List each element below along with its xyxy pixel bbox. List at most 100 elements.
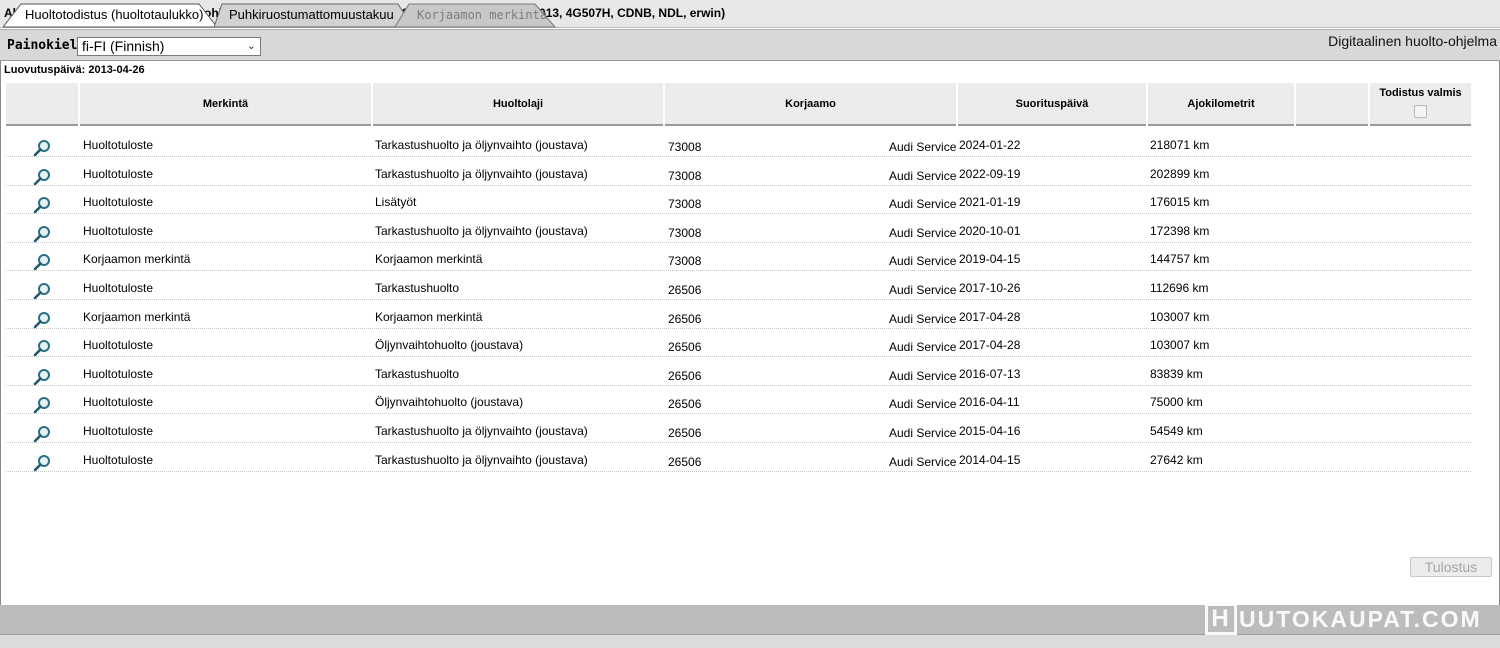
cell-km: 172398 km <box>1150 223 1210 238</box>
header-service-type[interactable]: Huoltolaji <box>373 83 663 126</box>
cell-date: 2022-09-19 <box>959 166 1021 181</box>
cell-workshop-number: 26506 <box>668 311 702 326</box>
cell-workshop-number: 26506 <box>668 397 702 412</box>
cell-date: 2016-04-11 <box>959 395 1020 410</box>
cell-workshop-number: 73008 <box>668 254 702 269</box>
cell-service-type: Tarkastushuolto ja öljynvaihto (joustava… <box>375 223 588 238</box>
cell-date: 2014-04-15 <box>959 452 1021 467</box>
table-row[interactable]: Huoltotuloste Tarkastushuolto ja öljynvai… <box>6 415 1471 443</box>
table-row[interactable]: Huoltotuloste Öljynvaihtohuolto (joustava… <box>6 386 1471 415</box>
table-row[interactable]: Korjaamon merkintä Korjaamon merkintä 2650… <box>6 301 1471 329</box>
table-row[interactable]: Huoltotuloste Tarkastushuolto ja öljynvai… <box>6 444 1471 472</box>
cell-marking: Huoltotuloste <box>83 395 154 410</box>
cell-km: 103007 km <box>1150 338 1210 353</box>
table-row[interactable]: Korjaamon merkintä Korjaamon merkintä 7300… <box>6 243 1471 272</box>
cell-service-type: Öljynvaihtohuolto (joustava) <box>375 395 524 410</box>
magnifier-icon <box>33 426 50 443</box>
header-date[interactable]: Suorituspäivä <box>958 83 1146 126</box>
table-row[interactable]: Huoltotuloste Tarkastushuolto ja öljynvai… <box>6 129 1471 157</box>
cell-marking: Huoltotuloste <box>83 195 154 210</box>
cell-workshop: Audi Service <box>889 368 957 383</box>
cell-marking: Huoltotuloste <box>83 223 154 238</box>
magnifier-icon <box>33 168 50 185</box>
cell-workshop-number: 26506 <box>668 368 702 383</box>
table-row[interactable]: Huoltotuloste Lisätyöt 73008 Audi Service 20… <box>6 186 1471 215</box>
cell-marking: Huoltotuloste <box>83 281 154 295</box>
header-certificate: Todistus valmis <box>1370 83 1471 126</box>
cell-marking: Korjaamon merkintä <box>83 252 191 267</box>
header-km[interactable]: Ajokilometrit <box>1148 83 1294 126</box>
cell-km: 103007 km <box>1150 309 1210 324</box>
header-view-column <box>6 83 78 126</box>
cell-service-type: Tarkastushuolto <box>375 366 460 381</box>
cell-km: 144757 km <box>1150 252 1210 267</box>
cell-date: 2017-10-26 <box>959 281 1021 295</box>
cell-workshop: Audi Service <box>889 340 957 355</box>
tab-service-certificate[interactable]: Huoltotodistus (huoltotaulukko) <box>3 3 218 29</box>
cell-workshop-number: 73008 <box>668 140 702 154</box>
cell-marking: Huoltotuloste <box>83 338 154 353</box>
cell-service-type: Tarkastushuolto ja öljynvaihto (joustava… <box>375 452 588 467</box>
cell-service-type: Tarkastushuolto ja öljynvaihto (joustava… <box>375 424 588 438</box>
cell-date: 2016-07-13 <box>959 366 1021 381</box>
cell-km: 218071 km <box>1150 138 1210 152</box>
tab-label: Huoltotodistus (huoltotaulukko) <box>25 7 204 22</box>
tab-bar-bottom <box>0 634 1500 648</box>
cell-workshop: Audi Service <box>889 140 957 154</box>
cell-service-type: Korjaamon merkintä <box>375 309 483 324</box>
cell-workshop-number: 26506 <box>668 283 702 297</box>
cell-workshop-number: 73008 <box>668 168 702 183</box>
cell-date: 2017-04-28 <box>959 309 1021 324</box>
cell-workshop: Audi Service <box>889 454 957 469</box>
cell-workshop: Audi Service <box>889 311 957 326</box>
language-selected-value: fi-FI (Finnish) <box>82 38 165 54</box>
cell-workshop-number: 26506 <box>668 454 702 469</box>
watermark-text: UUTOKAUPAT.COM <box>1239 605 1482 632</box>
cell-date: 2024-01-22 <box>959 138 1021 152</box>
cell-km: 202899 km <box>1150 166 1210 181</box>
cell-service-type: Tarkastushuolto ja öljynvaihto (joustava… <box>375 138 588 152</box>
header-workshop[interactable]: Korjaamo <box>665 83 956 126</box>
cell-workshop: Audi Service <box>889 254 957 269</box>
header-empty <box>1296 83 1368 126</box>
watermark-logo: H UUTOKAUPAT.COM <box>1205 602 1482 636</box>
magnifier-icon <box>33 454 50 471</box>
cell-workshop: Audi Service <box>889 197 957 212</box>
cell-km: 54549 km <box>1150 424 1203 438</box>
table-row[interactable]: Huoltotuloste Tarkastushuolto 26506 Audi Se… <box>6 272 1471 300</box>
cell-service-type: Tarkastushuolto <box>375 281 460 295</box>
magnifier-icon <box>33 225 50 243</box>
table-row[interactable]: Huoltotuloste Tarkastushuolto 26506 Audi Se… <box>6 358 1471 386</box>
tab-rust-warranty[interactable]: Puhkiruostumattomuustakuu <box>214 3 414 29</box>
magnifier-icon <box>33 311 50 328</box>
magnifier-icon <box>33 368 50 386</box>
cell-marking: Korjaamon merkintä <box>83 309 191 324</box>
cell-service-type: Korjaamon merkintä <box>375 252 483 267</box>
print-button[interactable]: Tulostus <box>1410 557 1492 577</box>
cell-date: 2019-04-15 <box>959 252 1021 267</box>
cell-date: 2021-01-19 <box>959 195 1021 210</box>
watermark-letter: H <box>1205 603 1237 635</box>
toolbar: Painokieli: fi-FI (Finnish) ⌄ Digitaalin… <box>0 29 1500 61</box>
table-row[interactable]: Huoltotuloste Tarkastushuolto ja öljynvai… <box>6 158 1471 186</box>
magnifier-icon <box>33 397 50 414</box>
cell-service-type: Lisätyöt <box>375 195 417 210</box>
tab-label: Korjaamon merkintä <box>417 8 548 22</box>
table-row[interactable]: Huoltotuloste Tarkastushuolto ja öljynvai… <box>6 215 1471 243</box>
cell-marking: Huoltotuloste <box>83 138 154 152</box>
language-select[interactable]: fi-FI (Finnish) ⌄ <box>77 37 261 56</box>
table-row[interactable]: Huoltotuloste Öljynvaihtohuolto (joustava… <box>6 329 1471 358</box>
cell-km: 75000 km <box>1150 395 1203 410</box>
magnifier-icon <box>33 140 50 157</box>
cell-date: 2020-10-01 <box>959 223 1021 238</box>
cell-workshop-number: 26506 <box>668 426 702 440</box>
cell-workshop: Audi Service <box>889 283 957 297</box>
cell-km: 112696 km <box>1150 281 1209 295</box>
certificate-checkbox[interactable] <box>1414 105 1427 118</box>
cell-date: 2017-04-28 <box>959 338 1021 353</box>
delivery-date: Luovutuspäivä: 2013-04-26 <box>4 64 145 76</box>
cell-workshop: Audi Service <box>889 168 957 183</box>
header-marking[interactable]: Merkintä <box>80 83 371 126</box>
cell-service-type: Öljynvaihtohuolto (joustava) <box>375 338 524 353</box>
tab-workshop-entry[interactable]: Korjaamon merkintä <box>395 3 560 29</box>
